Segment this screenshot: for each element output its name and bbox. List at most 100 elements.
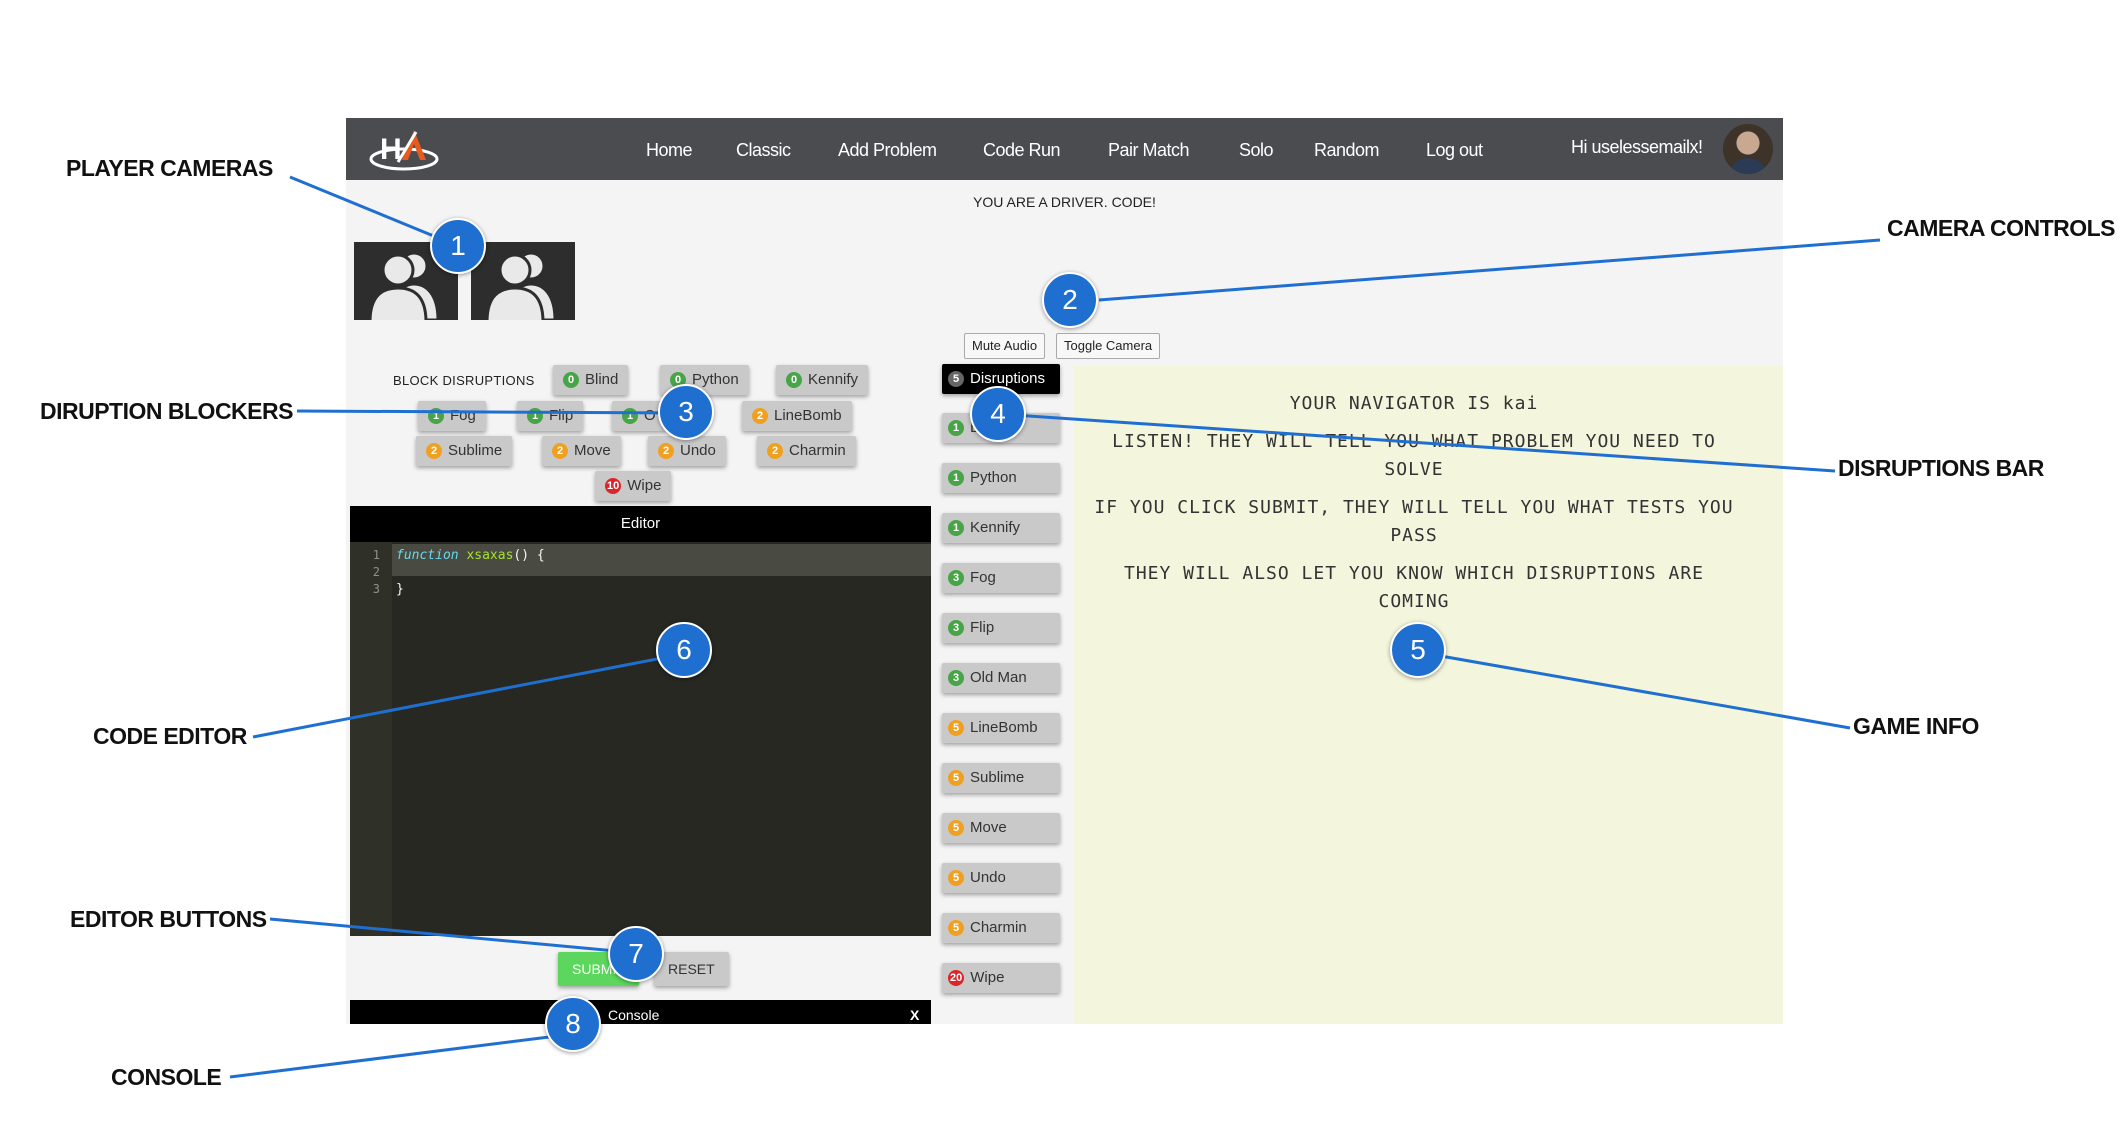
disruption-label: Fog bbox=[970, 569, 996, 586]
marker-6: 6 bbox=[656, 622, 712, 678]
block-label: Move bbox=[574, 442, 611, 459]
driver-status-message: YOU ARE A DRIVER. CODE! bbox=[973, 194, 1156, 210]
block-wipe-button[interactable]: 10 Wipe bbox=[595, 471, 672, 501]
code-line-3[interactable]: } bbox=[396, 582, 404, 597]
info-line: PASS bbox=[1390, 525, 1438, 546]
nav-add-problem[interactable]: Add Problem bbox=[838, 140, 937, 161]
nav-random[interactable]: Random bbox=[1314, 140, 1380, 161]
disruption-label: Python bbox=[970, 469, 1017, 486]
block-label: Undo bbox=[680, 442, 716, 459]
count-badge: 2 bbox=[767, 443, 783, 460]
block-kennify-button[interactable]: 0 Kennify bbox=[776, 365, 869, 395]
disruption-python-button[interactable]: 1 Python bbox=[942, 463, 1060, 493]
count-badge: 5 bbox=[948, 371, 964, 388]
disruption-linebomb-button[interactable]: 5 LineBomb bbox=[942, 713, 1060, 743]
code-editor[interactable]: Editor 1 2 3 function xsaxas() { } bbox=[350, 506, 931, 936]
block-label: O bbox=[644, 407, 656, 424]
nav-home[interactable]: Home bbox=[646, 140, 693, 161]
console-panel[interactable]: Console X bbox=[350, 1000, 931, 1024]
disruption-sublime-button[interactable]: 5 Sublime bbox=[942, 763, 1060, 793]
reset-button[interactable]: RESET bbox=[654, 952, 729, 986]
block-label: Flip bbox=[549, 407, 574, 424]
count-badge: 5 bbox=[948, 770, 964, 787]
count-badge: 0 bbox=[563, 372, 579, 389]
disruption-move-button[interactable]: 5 Move bbox=[942, 813, 1060, 843]
line-number: 3 bbox=[372, 582, 380, 596]
disruption-label: Sublime bbox=[970, 769, 1025, 786]
marker-3: 3 bbox=[658, 384, 714, 440]
hacker-arena-logo-icon[interactable]: H bbox=[368, 126, 440, 172]
count-badge: 1 bbox=[948, 470, 964, 487]
console-close-icon[interactable]: X bbox=[910, 1000, 919, 1024]
count-badge: 2 bbox=[658, 443, 674, 460]
count-badge: 3 bbox=[948, 620, 964, 637]
disruption-label: Kennify bbox=[970, 519, 1021, 536]
block-move-button[interactable]: 2 Move bbox=[542, 436, 621, 466]
count-badge: 0 bbox=[786, 372, 802, 389]
marker-4: 4 bbox=[970, 386, 1026, 442]
disruption-label: Move bbox=[970, 819, 1007, 836]
console-title: Console bbox=[608, 1007, 660, 1023]
connector-8 bbox=[229, 1032, 574, 1079]
disruption-label: LineBomb bbox=[970, 719, 1038, 736]
info-line: IF YOU CLICK SUBMIT, THEY WILL TELL YOU … bbox=[1094, 497, 1734, 518]
disruption-flip-button[interactable]: 3 Flip bbox=[942, 613, 1060, 643]
mute-audio-button[interactable]: Mute Audio bbox=[964, 333, 1046, 359]
nav-solo[interactable]: Solo bbox=[1239, 140, 1274, 161]
count-badge: 1 bbox=[428, 408, 444, 425]
count-badge: 2 bbox=[752, 408, 768, 425]
line-number: 1 bbox=[372, 548, 380, 562]
count-badge: 1 bbox=[948, 420, 964, 437]
block-label: LineBomb bbox=[774, 407, 842, 424]
block-linebomb-button[interactable]: 2 LineBomb bbox=[742, 401, 852, 431]
user-avatar-icon[interactable] bbox=[1723, 124, 1773, 174]
block-undo-button[interactable]: 2 Undo bbox=[648, 436, 726, 466]
marker-2: 2 bbox=[1042, 272, 1098, 328]
block-fog-button[interactable]: 1 Fog bbox=[418, 401, 486, 431]
disruptions-header-label: Disruptions bbox=[970, 370, 1046, 387]
marker-7: 7 bbox=[608, 926, 664, 982]
disruption-label: Undo bbox=[970, 869, 1006, 886]
callout-editor-buttons: EDITOR BUTTONS bbox=[70, 906, 267, 932]
block-label: Wipe bbox=[627, 477, 662, 494]
code-line-1[interactable]: function xsaxas() { bbox=[396, 548, 545, 563]
count-badge: 2 bbox=[426, 443, 442, 460]
disruption-undo-button[interactable]: 5 Undo bbox=[942, 863, 1060, 893]
disruption-old-man-button[interactable]: 3 Old Man bbox=[942, 663, 1060, 693]
block-blind-button[interactable]: 0 Blind bbox=[553, 365, 629, 395]
disruption-fog-button[interactable]: 3 Fog bbox=[942, 563, 1060, 593]
callout-player-cameras: PLAYER CAMERAS bbox=[66, 155, 273, 181]
player-camera-2 bbox=[471, 242, 575, 320]
disruption-label: Wipe bbox=[970, 969, 1005, 986]
block-sublime-button[interactable]: 2 Sublime bbox=[416, 436, 513, 466]
info-line: LISTEN! THEY WILL TELL YOU WHAT PROBLEM … bbox=[1112, 431, 1716, 452]
nav-pair-match[interactable]: Pair Match bbox=[1108, 140, 1190, 161]
callout-disruptions-bar: DISRUPTIONS BAR bbox=[1838, 455, 2044, 481]
block-label: Blind bbox=[585, 371, 619, 388]
nav-log-out[interactable]: Log out bbox=[1426, 140, 1483, 161]
line-number: 2 bbox=[372, 565, 380, 579]
count-badge: 20 bbox=[948, 970, 965, 987]
block-flip-button[interactable]: 1 Flip bbox=[517, 401, 584, 431]
disruption-kennify-button[interactable]: 1 Kennify bbox=[942, 513, 1060, 543]
hacker-arena-app: H Home Classic Add Problem Code Run Pair… bbox=[346, 118, 1783, 1024]
disruption-charmin-button[interactable]: 5 Charmin bbox=[942, 913, 1060, 943]
count-badge: 1 bbox=[948, 520, 964, 537]
info-line: SOLVE bbox=[1384, 459, 1444, 480]
disruption-wipe-button[interactable]: 20 Wipe bbox=[942, 963, 1060, 993]
count-badge: 5 bbox=[948, 870, 964, 887]
nav-classic[interactable]: Classic bbox=[736, 140, 791, 161]
count-badge: 3 bbox=[948, 670, 964, 687]
code-keyword: function bbox=[396, 548, 459, 563]
count-badge: 2 bbox=[552, 443, 568, 460]
nav-code-run[interactable]: Code Run bbox=[983, 140, 1061, 161]
count-badge: 5 bbox=[948, 820, 964, 837]
block-charmin-button[interactable]: 2 Charmin bbox=[757, 436, 856, 466]
disruption-label: Old Man bbox=[970, 669, 1027, 686]
code-function-name: xsaxas bbox=[466, 548, 514, 563]
toggle-camera-button[interactable]: Toggle Camera bbox=[1056, 333, 1161, 359]
count-badge: 1 bbox=[527, 408, 543, 425]
callout-camera-controls: CAMERA CONTROLS bbox=[1887, 215, 2116, 241]
disruption-label: Flip bbox=[970, 619, 995, 636]
block-label: Kennify bbox=[808, 371, 859, 388]
